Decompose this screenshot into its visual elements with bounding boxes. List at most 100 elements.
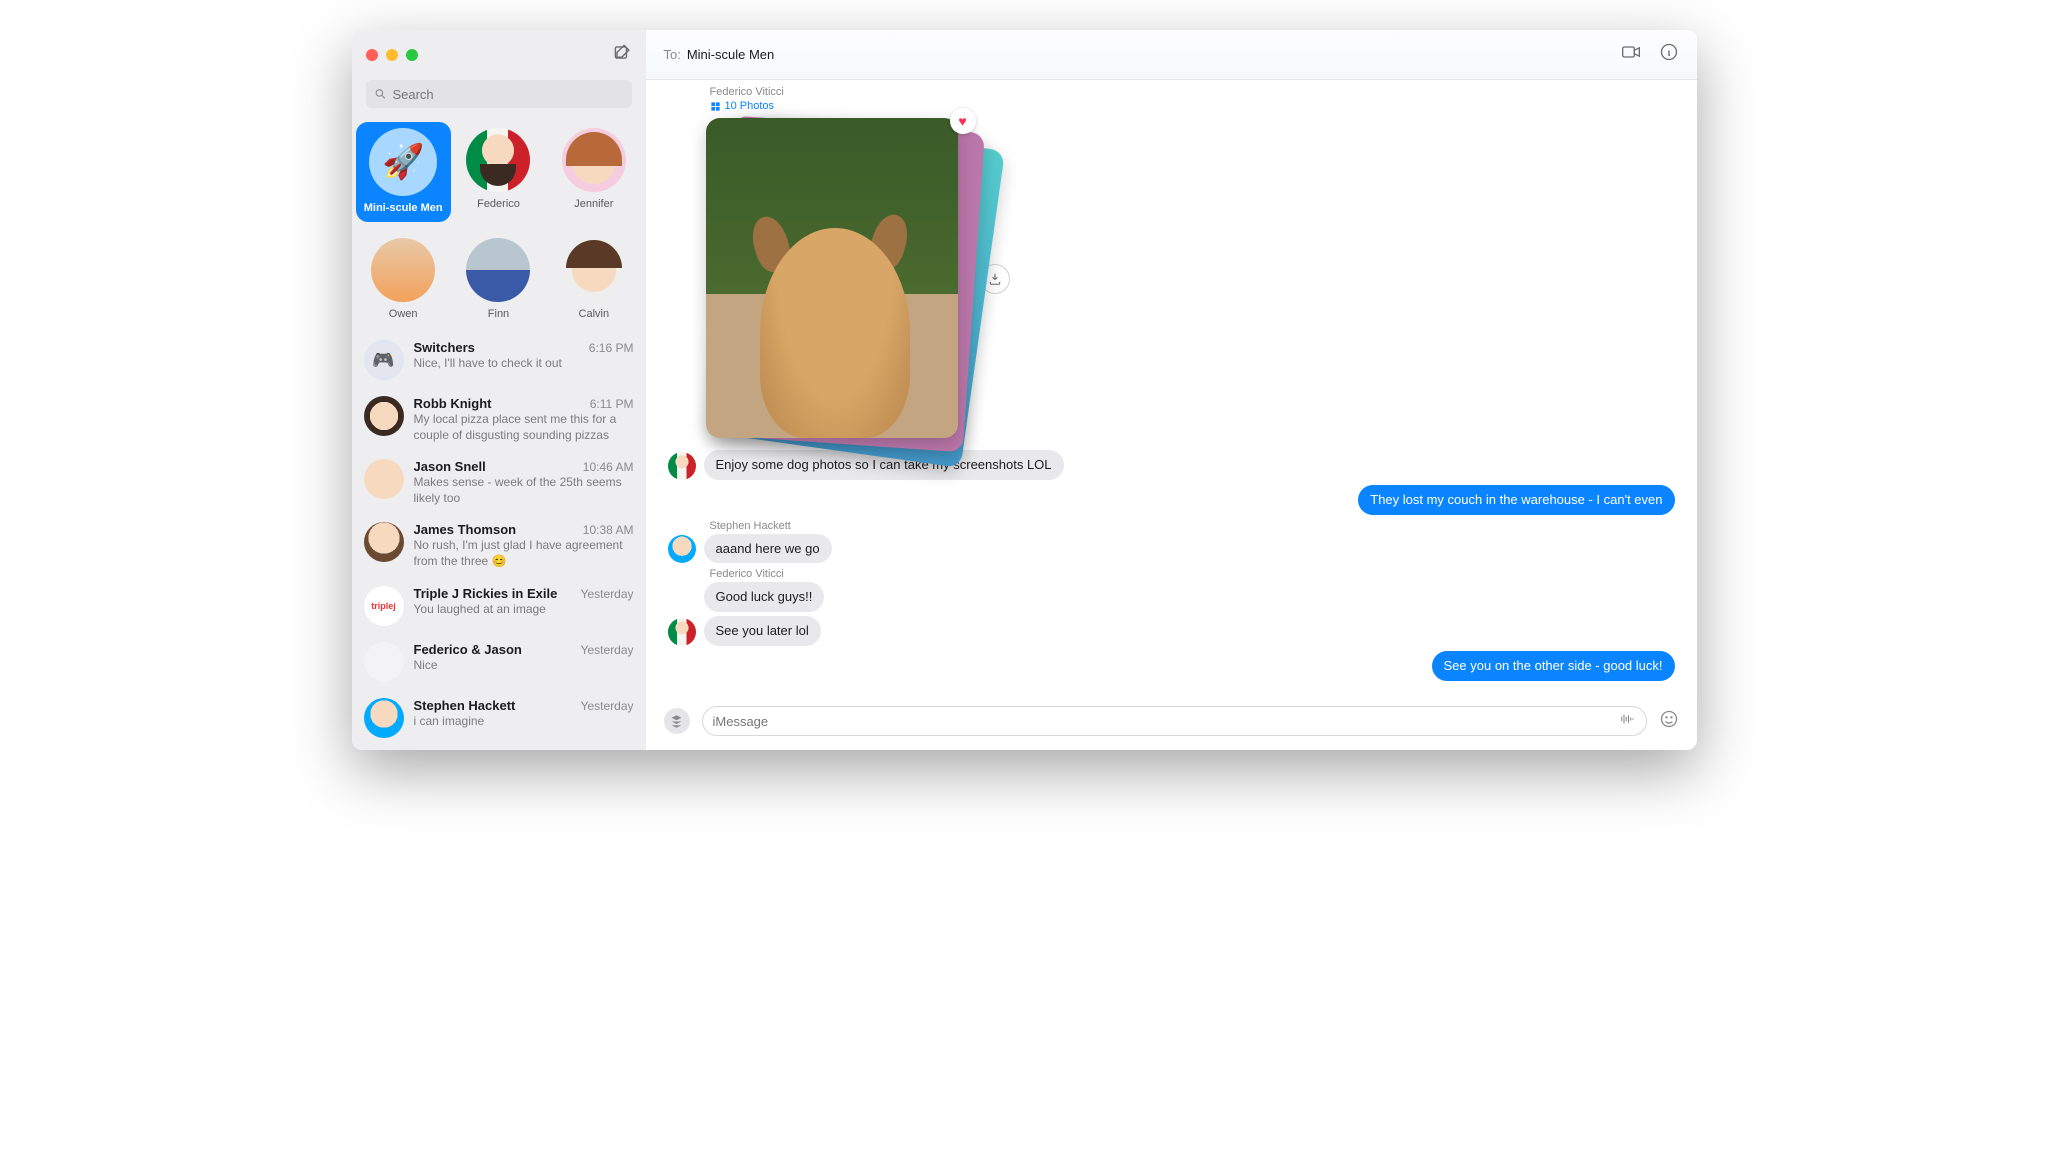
conversation-header: To: Mini-scule Men bbox=[646, 30, 1697, 80]
conversation-item[interactable]: Robb Knight 6:11 PMMy local pizza place s… bbox=[352, 388, 646, 451]
conversation-time: Yesterday bbox=[581, 643, 634, 657]
pinned-conversation[interactable]: Calvin bbox=[546, 232, 641, 328]
search-input[interactable] bbox=[392, 87, 623, 102]
pin-label: Mini-scule Men bbox=[364, 202, 443, 214]
photo-card-front bbox=[706, 118, 958, 438]
avatar bbox=[364, 396, 404, 436]
compose-button[interactable] bbox=[613, 43, 632, 67]
conversation-title: Federico & Jason bbox=[414, 642, 522, 657]
message-bubble[interactable]: Good luck guys!! bbox=[704, 582, 825, 612]
conversation-time: 6:16 PM bbox=[589, 341, 634, 355]
conversation-preview: Nice bbox=[414, 658, 634, 674]
message-bubble[interactable]: See you later lol bbox=[704, 616, 821, 646]
avatar: 🚀 bbox=[369, 128, 437, 196]
avatar: 🎮 bbox=[364, 340, 404, 380]
message-bubble[interactable]: They lost my couch in the warehouse - I … bbox=[1358, 485, 1674, 515]
conversation-time: Yesterday bbox=[581, 587, 634, 601]
conversation-preview: You laughed at an image bbox=[414, 602, 634, 618]
avatar: triplej bbox=[364, 586, 404, 626]
avatar bbox=[668, 535, 696, 563]
avatar bbox=[364, 522, 404, 562]
conversation-preview: Nice, I'll have to check it out bbox=[414, 356, 634, 372]
conversation-item[interactable]: 🎮 Switchers 6:16 PMNice, I'll have to chec… bbox=[352, 332, 646, 388]
facetime-button[interactable] bbox=[1621, 42, 1641, 67]
minimize-window-button[interactable] bbox=[386, 49, 398, 61]
message-row: Enjoy some dog photos so I can take my s… bbox=[668, 450, 1675, 480]
sender-name: Federico Viticci bbox=[710, 86, 1675, 98]
message-row: See you on the other side - good luck! bbox=[668, 651, 1675, 681]
pinned-conversation[interactable]: Federico bbox=[451, 122, 546, 222]
message-row: aaand here we go bbox=[668, 534, 1675, 564]
conversation-title: James Thomson bbox=[414, 522, 517, 537]
pin-label: Federico bbox=[477, 198, 520, 210]
pinned-conversation[interactable]: Jennifer bbox=[546, 122, 641, 222]
avatar bbox=[466, 128, 530, 192]
conversation-time: Yesterday bbox=[581, 699, 634, 713]
traffic-lights bbox=[366, 49, 418, 61]
conversation-time: 6:11 PM bbox=[590, 397, 634, 411]
search-icon bbox=[374, 87, 387, 101]
conversation-title: Robb Knight bbox=[414, 396, 492, 411]
pin-label: Jennifer bbox=[574, 198, 613, 210]
photo-stack[interactable]: ♥ bbox=[706, 118, 966, 440]
conversation-preview: i can imagine bbox=[414, 714, 634, 730]
conversation-title: Triple J Rickies in Exile bbox=[414, 586, 558, 601]
pin-label: Owen bbox=[389, 308, 418, 320]
avatar bbox=[466, 238, 530, 302]
pin-label: Calvin bbox=[579, 308, 610, 320]
conversation-title: Jason Snell bbox=[414, 459, 486, 474]
pin-label: Finn bbox=[488, 308, 509, 320]
sender-name: Stephen Hackett bbox=[710, 520, 1675, 532]
sidebar: 🚀 Mini-scule Men Federico Jennifer Owen Finn C… bbox=[352, 30, 646, 750]
sender-name: Federico Viticci bbox=[710, 568, 1675, 580]
conversation-preview: No rush, I'm just glad I have agreement … bbox=[414, 538, 634, 569]
details-button[interactable] bbox=[1659, 42, 1679, 67]
heart-reaction-icon: ♥ bbox=[950, 108, 976, 134]
avatar bbox=[371, 238, 435, 302]
audio-message-button[interactable] bbox=[1618, 712, 1636, 731]
pinned-conversations: 🚀 Mini-scule Men Federico Jennifer Owen Finn C… bbox=[352, 114, 646, 332]
to-name: Mini-scule Men bbox=[687, 47, 774, 62]
grid-icon bbox=[710, 101, 721, 112]
pinned-conversation[interactable]: Owen bbox=[356, 232, 451, 328]
message-row: They lost my couch in the warehouse - I … bbox=[668, 485, 1675, 515]
to-label: To: bbox=[664, 47, 681, 62]
message-row: Good luck guys!! bbox=[668, 582, 1675, 612]
photos-collection-link[interactable]: 10 Photos bbox=[710, 100, 1675, 112]
conversation-item[interactable]: triplej Triple J Rickies in Exile Yesterda… bbox=[352, 578, 646, 634]
avatar bbox=[562, 128, 626, 192]
avatar bbox=[668, 452, 696, 480]
conversation-item[interactable]: James Thomson 10:38 AMNo rush, I'm just g… bbox=[352, 514, 646, 577]
avatar bbox=[562, 238, 626, 302]
conversation-time: 10:46 AM bbox=[583, 460, 634, 474]
message-input-field[interactable] bbox=[702, 706, 1647, 736]
conversation-item[interactable]: Federico & Jason YesterdayNice bbox=[352, 634, 646, 690]
close-window-button[interactable] bbox=[366, 49, 378, 61]
avatar bbox=[364, 459, 404, 499]
apps-button[interactable] bbox=[664, 708, 690, 734]
message-input[interactable] bbox=[713, 714, 1618, 729]
conversation-preview: Makes sense - week of the 25th seems lik… bbox=[414, 475, 634, 506]
conversation-title: Switchers bbox=[414, 340, 475, 355]
main-panel: To: Mini-scule Men Federico Viticci 10 P… bbox=[646, 30, 1697, 750]
search-field[interactable] bbox=[366, 80, 632, 108]
avatar bbox=[364, 698, 404, 738]
conversation-item[interactable]: Jason Snell 10:46 AMMakes sense - week of… bbox=[352, 451, 646, 514]
pinned-conversation[interactable]: 🚀 Mini-scule Men bbox=[356, 122, 451, 222]
conversation-preview: My local pizza place sent me this for a … bbox=[414, 412, 634, 443]
message-row: See you later lol bbox=[668, 616, 1675, 646]
conversation-item[interactable]: Stephen HackettYesterdayi can imagine bbox=[352, 690, 646, 746]
zoom-window-button[interactable] bbox=[406, 49, 418, 61]
photos-count: 10 Photos bbox=[725, 100, 775, 112]
avatar bbox=[668, 618, 696, 646]
message-thread[interactable]: Federico Viticci 10 Photos ♥ Enjoy so bbox=[646, 80, 1697, 696]
message-bubble[interactable]: aaand here we go bbox=[704, 534, 832, 564]
titlebar bbox=[352, 30, 646, 80]
compose-bar bbox=[646, 696, 1697, 750]
conversation-time: 10:38 AM bbox=[583, 523, 634, 537]
conversation-list[interactable]: 🎮 Switchers 6:16 PMNice, I'll have to chec… bbox=[352, 332, 646, 750]
message-bubble[interactable]: See you on the other side - good luck! bbox=[1432, 651, 1675, 681]
emoji-button[interactable] bbox=[1659, 709, 1679, 734]
pinned-conversation[interactable]: Finn bbox=[451, 232, 546, 328]
avatar bbox=[364, 642, 404, 682]
